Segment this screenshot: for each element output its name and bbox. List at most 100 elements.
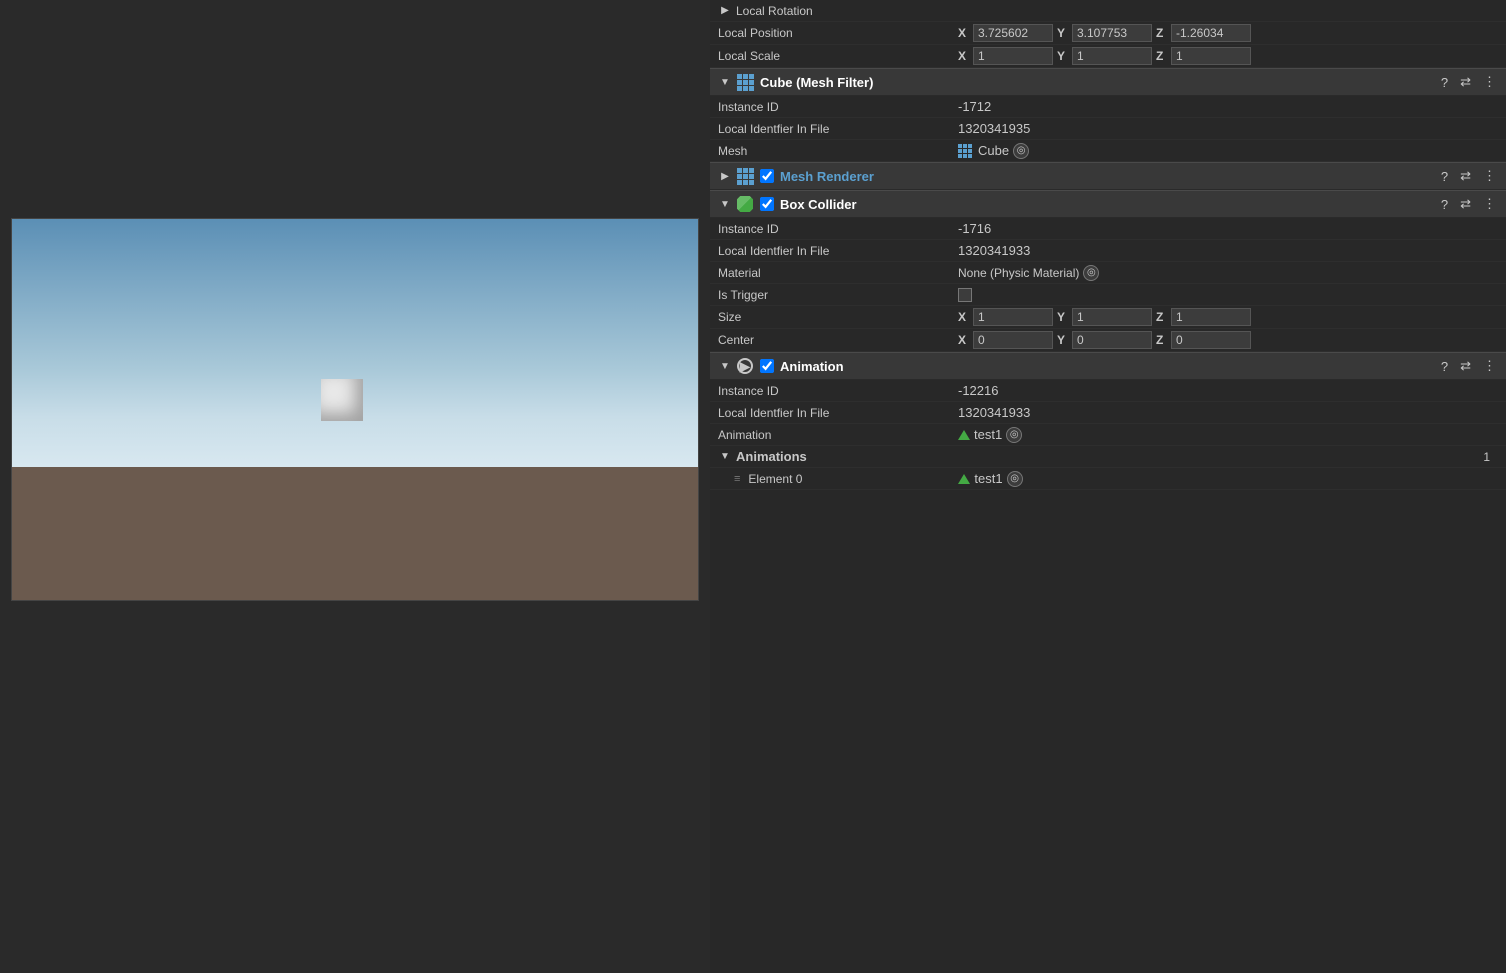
scale-x-label: X [958,49,970,63]
animation-clip-name: test1 [974,427,1002,442]
mesh-filter-mesh-label: Mesh [718,144,958,158]
mesh-filter-help-button[interactable]: ? [1439,73,1450,92]
box-collider-size-label: Size [718,310,958,324]
pos-x-input[interactable] [973,24,1053,42]
mesh-filter-local-id-row: Local Identfier In File 1320341935 [710,118,1506,140]
mesh-filter-settings-button[interactable]: ⇄ [1458,72,1473,92]
mesh-filter-collapse-arrow[interactable]: ▼ [718,75,732,89]
mesh-renderer-more-button[interactable]: ⋮ [1481,166,1498,186]
animation-title: Animation [780,359,1439,374]
animation-local-id-value: 1320341933 [958,405,1498,420]
mesh-ref: Cube [958,143,1009,158]
animations-section-header: ▼ Animations 1 [710,446,1506,468]
pos-y-group: Y [1057,24,1152,42]
box-collider-material-label: Material [718,266,958,280]
animation-more-button[interactable]: ⋮ [1481,356,1498,376]
center-y-input[interactable] [1072,331,1152,349]
mesh-select-button[interactable]: ◎ [1013,143,1029,159]
animation-select-button[interactable]: ◎ [1006,427,1022,443]
animation-clip-label: Animation [718,428,958,442]
mesh-renderer-title: Mesh Renderer [780,169,1439,184]
animation-play-icon: ▶ [737,358,753,374]
mesh-filter-instance-id-row: Instance ID -1712 [710,96,1506,118]
center-x-input[interactable] [973,331,1053,349]
animation-help-button[interactable]: ? [1439,357,1450,376]
element-0-select-button[interactable]: ◎ [1007,471,1023,487]
box-collider-more-button[interactable]: ⋮ [1481,194,1498,214]
mesh-renderer-actions: ? ⇄ ⋮ [1439,166,1498,186]
trigger-checkbox[interactable] [958,288,972,302]
local-scale-value: X Y Z [958,47,1498,65]
animations-collapse-arrow[interactable]: ▼ [718,450,732,464]
pos-y-input[interactable] [1072,24,1152,42]
local-scale-label: Local Scale [718,49,958,63]
animation-clip-row: Animation test1 ◎ [710,424,1506,446]
mesh-filter-mesh-row: Mesh Cube ◎ [710,140,1506,162]
box-collider-cube-icon [737,196,753,212]
material-select-button[interactable]: ◎ [1083,265,1099,281]
size-y-input[interactable] [1072,308,1152,326]
size-z-label: Z [1156,310,1168,324]
scale-z-input[interactable] [1171,47,1251,65]
size-y-label: Y [1057,310,1069,324]
size-z-input[interactable] [1171,308,1251,326]
animation-local-id-label: Local Identfier In File [718,406,958,420]
local-rotation-arrow[interactable]: ▶ [718,4,732,18]
box-collider-help-button[interactable]: ? [1439,195,1450,214]
mesh-renderer-checkbox[interactable] [760,169,774,183]
mesh-filter-instance-id-label: Instance ID [718,100,958,114]
animations-label: Animations [736,449,1483,464]
mesh-filter-actions: ? ⇄ ⋮ [1439,72,1498,92]
animation-settings-button[interactable]: ⇄ [1458,356,1473,376]
scene-viewport [11,218,699,601]
mesh-filter-instance-id-value: -1712 [958,99,1498,114]
anim-file-ref: test1 [958,427,1002,442]
pos-z-input[interactable] [1171,24,1251,42]
scale-z-label: Z [1156,49,1168,63]
scale-x-group: X [958,47,1053,65]
inspector-panel[interactable]: ▶ Local Rotation Local Position X Y Z [710,0,1506,973]
mesh-filter-header[interactable]: ▼ Cube (Mesh Filter) ? ⇄ ⋮ [710,68,1506,96]
mesh-renderer-icon [736,167,754,185]
mesh-filter-mesh-value: Cube [978,143,1009,158]
animation-instance-id-value: -12216 [958,383,1498,398]
box-collider-collapse-arrow[interactable]: ▼ [718,197,732,211]
local-rotation-row: ▶ Local Rotation [710,0,1506,22]
pos-y-label: Y [1057,26,1069,40]
animation-checkbox[interactable] [760,359,774,373]
animation-clip-value-container: test1 ◎ [958,427,1498,443]
box-collider-header[interactable]: ▼ Box Collider ? ⇄ ⋮ [710,190,1506,218]
element-0-clip-name: test1 [974,471,1002,486]
mesh-renderer-settings-button[interactable]: ⇄ [1458,166,1473,186]
mesh-filter-more-button[interactable]: ⋮ [1481,72,1498,92]
pos-z-label: Z [1156,26,1168,40]
box-collider-settings-button[interactable]: ⇄ [1458,194,1473,214]
animation-collapse-arrow[interactable]: ▼ [718,359,732,373]
animation-actions: ? ⇄ ⋮ [1439,356,1498,376]
box-collider-instance-id-label: Instance ID [718,222,958,236]
animation-instance-id-label: Instance ID [718,384,958,398]
box-collider-local-id-value: 1320341933 [958,243,1498,258]
mesh-renderer-collapse-arrow[interactable]: ▶ [718,169,732,183]
local-position-value: X Y Z [958,24,1498,42]
mesh-ref-icon [958,144,972,158]
box-collider-checkbox[interactable] [760,197,774,211]
scale-y-input[interactable] [1072,47,1152,65]
animation-header[interactable]: ▼ ▶ Animation ? ⇄ ⋮ [710,352,1506,380]
box-collider-trigger-row: Is Trigger [710,284,1506,306]
grid-icon [737,74,754,91]
element-0-row: ≡ Element 0 test1 ◎ [710,468,1506,490]
size-x-input[interactable] [973,308,1053,326]
mesh-renderer-help-button[interactable]: ? [1439,167,1450,186]
size-x-label: X [958,310,970,324]
center-z-input[interactable] [1171,331,1251,349]
box-collider-local-id-label: Local Identfier In File [718,244,958,258]
element-0-drag-handle[interactable]: ≡ [734,473,740,485]
mesh-renderer-header[interactable]: ▶ Mesh Renderer ? ⇄ ⋮ [710,162,1506,190]
center-x-label: X [958,333,970,347]
anim-clip-triangle-icon [958,430,970,440]
scale-x-input[interactable] [973,47,1053,65]
mesh-filter-icon [736,73,754,91]
box-collider-instance-id-value: -1716 [958,221,1498,236]
box-collider-center-value: X Y Z [958,331,1498,349]
